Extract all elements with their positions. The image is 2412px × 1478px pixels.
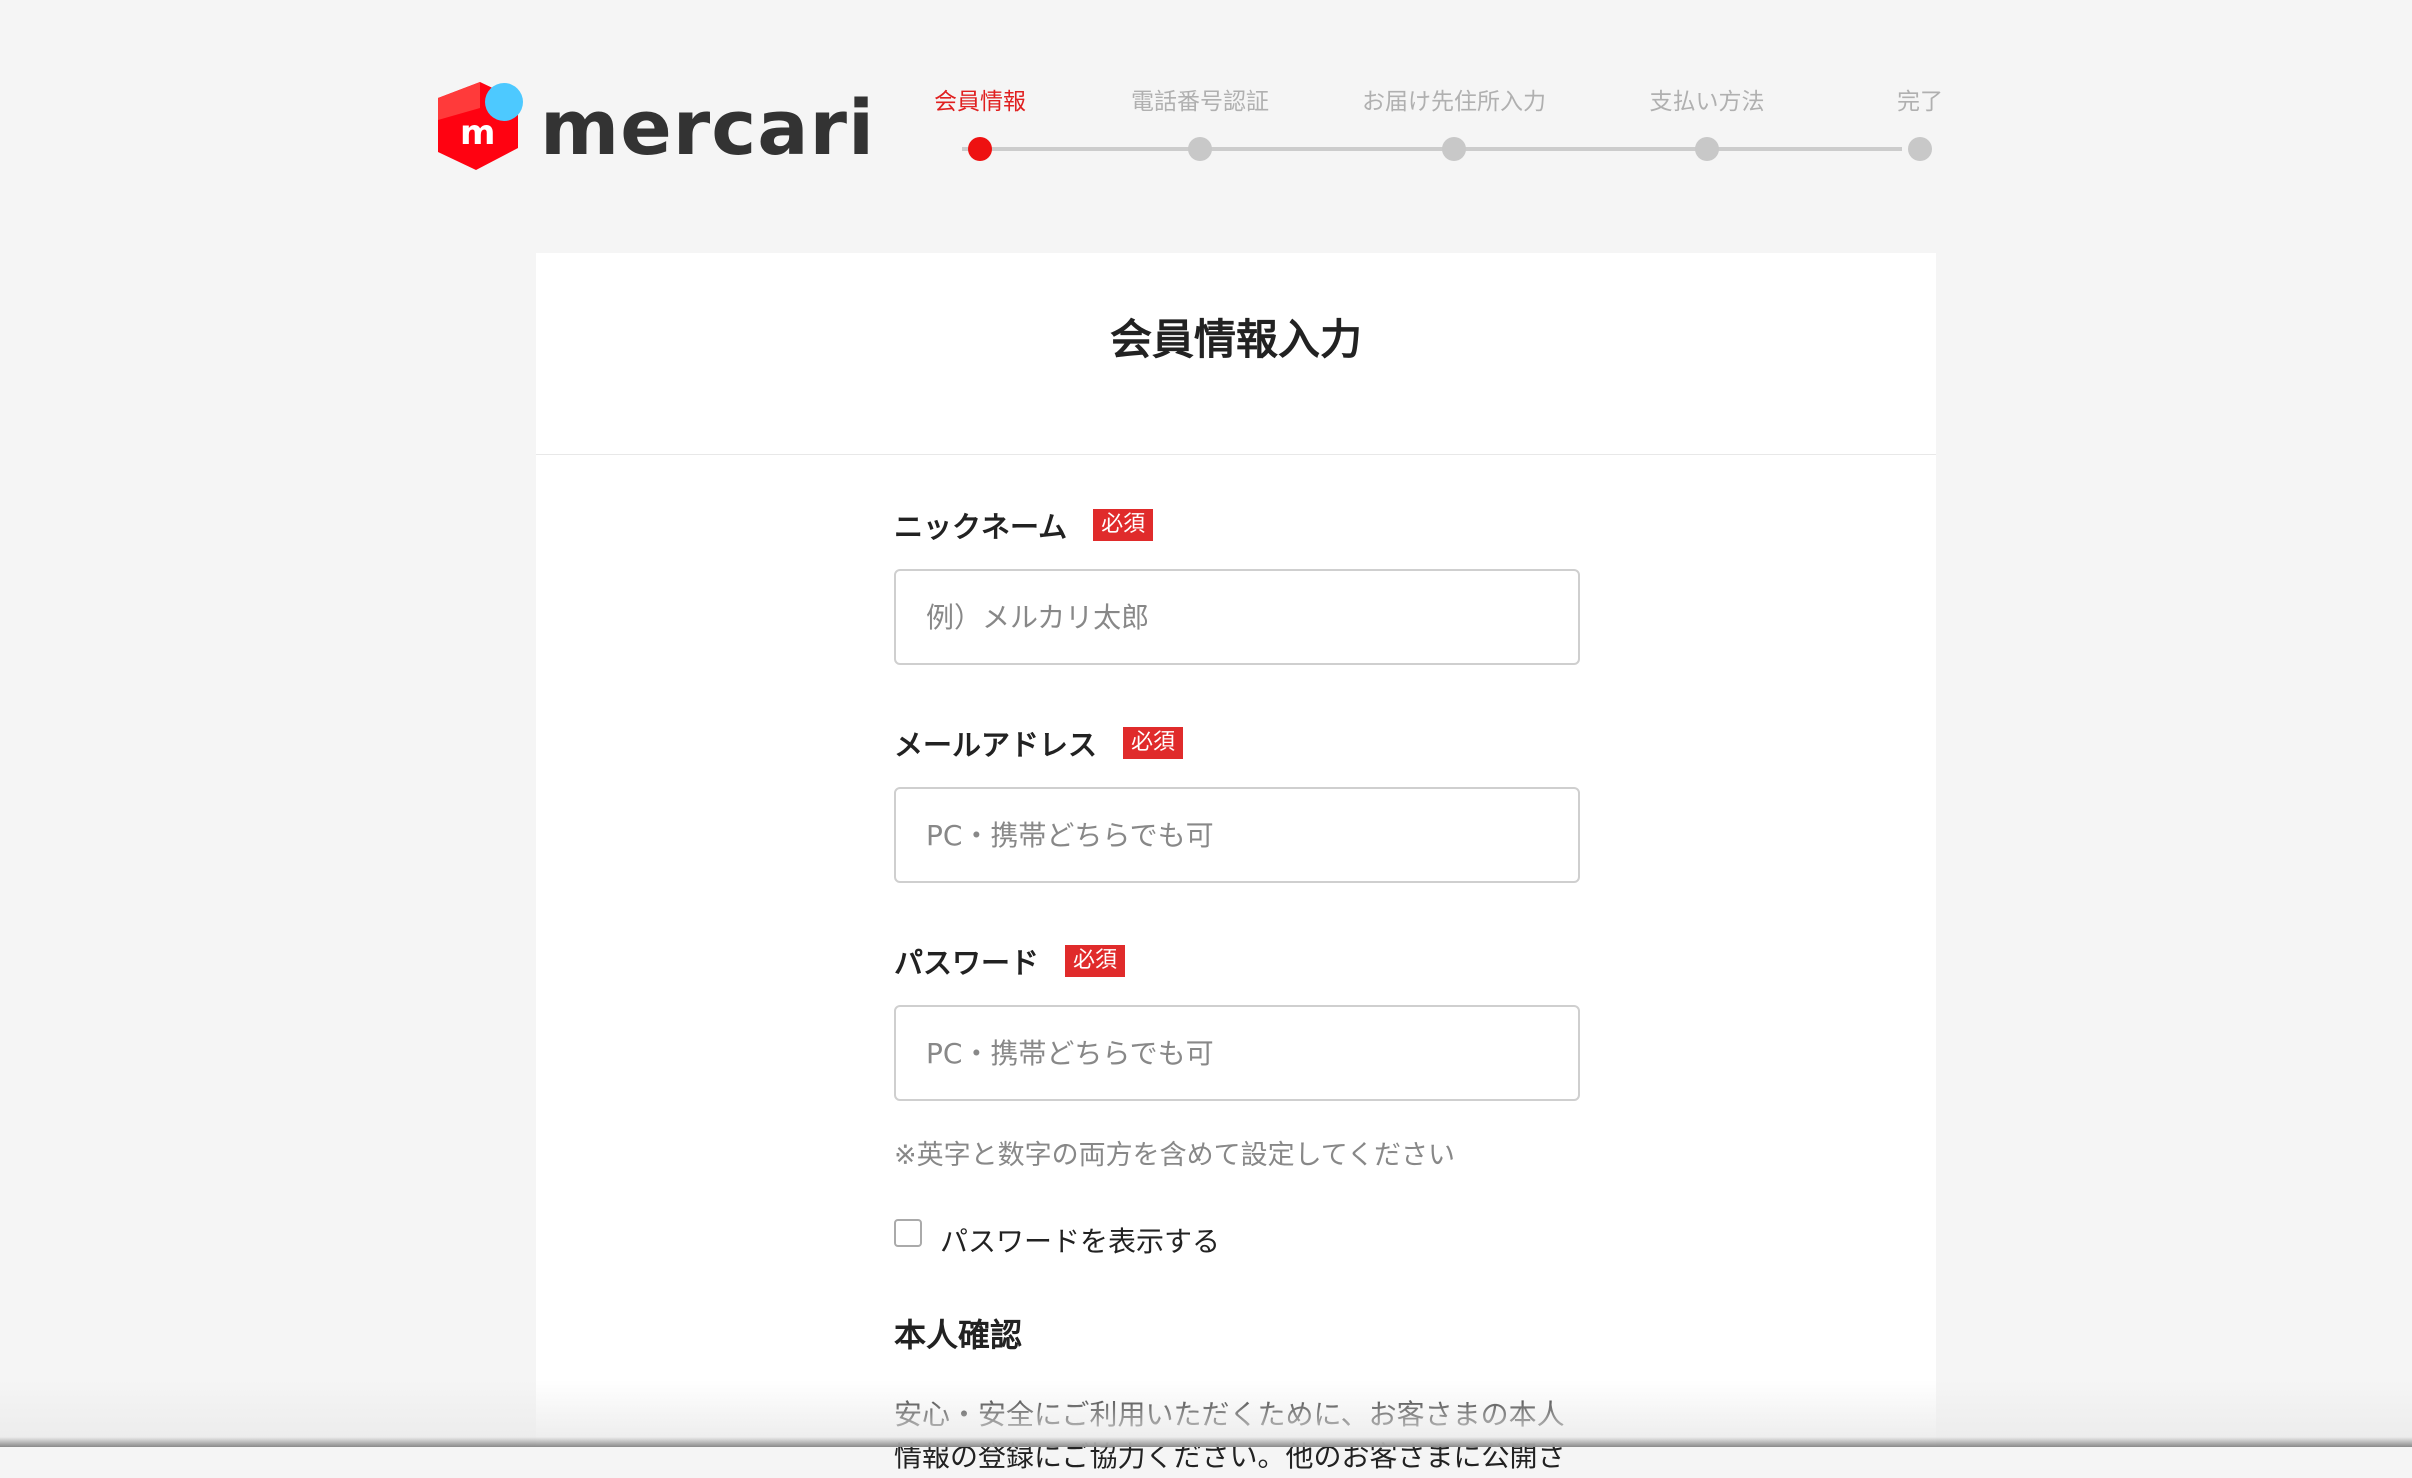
password-field: パスワード 必須: [894, 939, 1584, 1101]
mercari-logo[interactable]: m mercari: [430, 78, 874, 174]
page-title: 会員情報入力: [1109, 314, 1362, 364]
step-dot: [1695, 137, 1719, 161]
step-delivery-address: お届け先住所入力: [1354, 82, 1554, 172]
step-complete: 完了: [1820, 82, 2020, 172]
nickname-label-row: ニックネーム 必須: [894, 503, 1584, 547]
show-password-checkbox[interactable]: [894, 1219, 922, 1247]
step-label: お届け先住所入力: [1362, 89, 1546, 115]
show-password-toggle[interactable]: パスワードを表示する: [894, 1216, 1584, 1258]
step-label: 電話番号認証: [1131, 89, 1269, 115]
logo-wordmark: mercari: [540, 83, 876, 172]
step-dot: [1442, 137, 1466, 161]
step-label: 支払い方法: [1649, 89, 1765, 115]
mercari-logo-icon: m: [438, 82, 523, 170]
step-dot: [1908, 137, 1932, 161]
nickname-input[interactable]: [894, 569, 1580, 665]
email-input[interactable]: [894, 787, 1580, 883]
email-label-row: メールアドレス 必須: [894, 721, 1584, 765]
nickname-label: ニックネーム: [894, 510, 1068, 544]
identity-section-title: 本人確認: [894, 1316, 1023, 1354]
step-dot: [1188, 137, 1212, 161]
required-badge: 必須: [1093, 509, 1154, 541]
nickname-field: ニックネーム 必須: [894, 503, 1584, 665]
member-info-form: ニックネーム 必須 メールアドレス 必須 パスワード 必須 ※英字と数字の両方を…: [894, 503, 1584, 1478]
password-input[interactable]: [894, 1005, 1580, 1101]
required-badge: 必須: [1123, 727, 1184, 759]
registration-card: 会員情報入力 ニックネーム 必須 メールアドレス 必須 パスワード 必須 ※英字…: [536, 253, 1936, 1473]
show-password-label: パスワードを表示する: [940, 1225, 1221, 1258]
step-dot-active: [968, 137, 992, 161]
identity-section-text: 安心・安全にご利用いただくために、お客さまの本人情報の登録にご協力ください。他の…: [894, 1398, 1566, 1473]
card-header: 会員情報入力: [536, 253, 1936, 455]
email-field: メールアドレス 必須: [894, 721, 1584, 883]
step-phone-verification: 電話番号認証: [1100, 82, 1300, 172]
step-member-info: 会員情報: [880, 82, 1080, 172]
step-label: 完了: [1897, 89, 1943, 115]
progress-steps: 会員情報 電話番号認証 お届け先住所入力 支払い方法 完了: [880, 82, 1943, 172]
password-label-row: パスワード 必須: [894, 939, 1584, 983]
password-label: パスワード: [894, 946, 1040, 980]
password-hint: ※英字と数字の両方を含めて設定してください: [894, 1140, 1456, 1171]
step-label: 会員情報: [934, 89, 1026, 115]
required-badge: 必須: [1065, 945, 1126, 977]
logo-mark-letter: m: [460, 113, 495, 153]
step-payment-method: 支払い方法: [1607, 82, 1807, 172]
email-label: メールアドレス: [894, 728, 1098, 762]
header: m mercari 会員情報 電話番号認証 お届け先住所入力 支払い方法 完了: [0, 0, 2412, 250]
